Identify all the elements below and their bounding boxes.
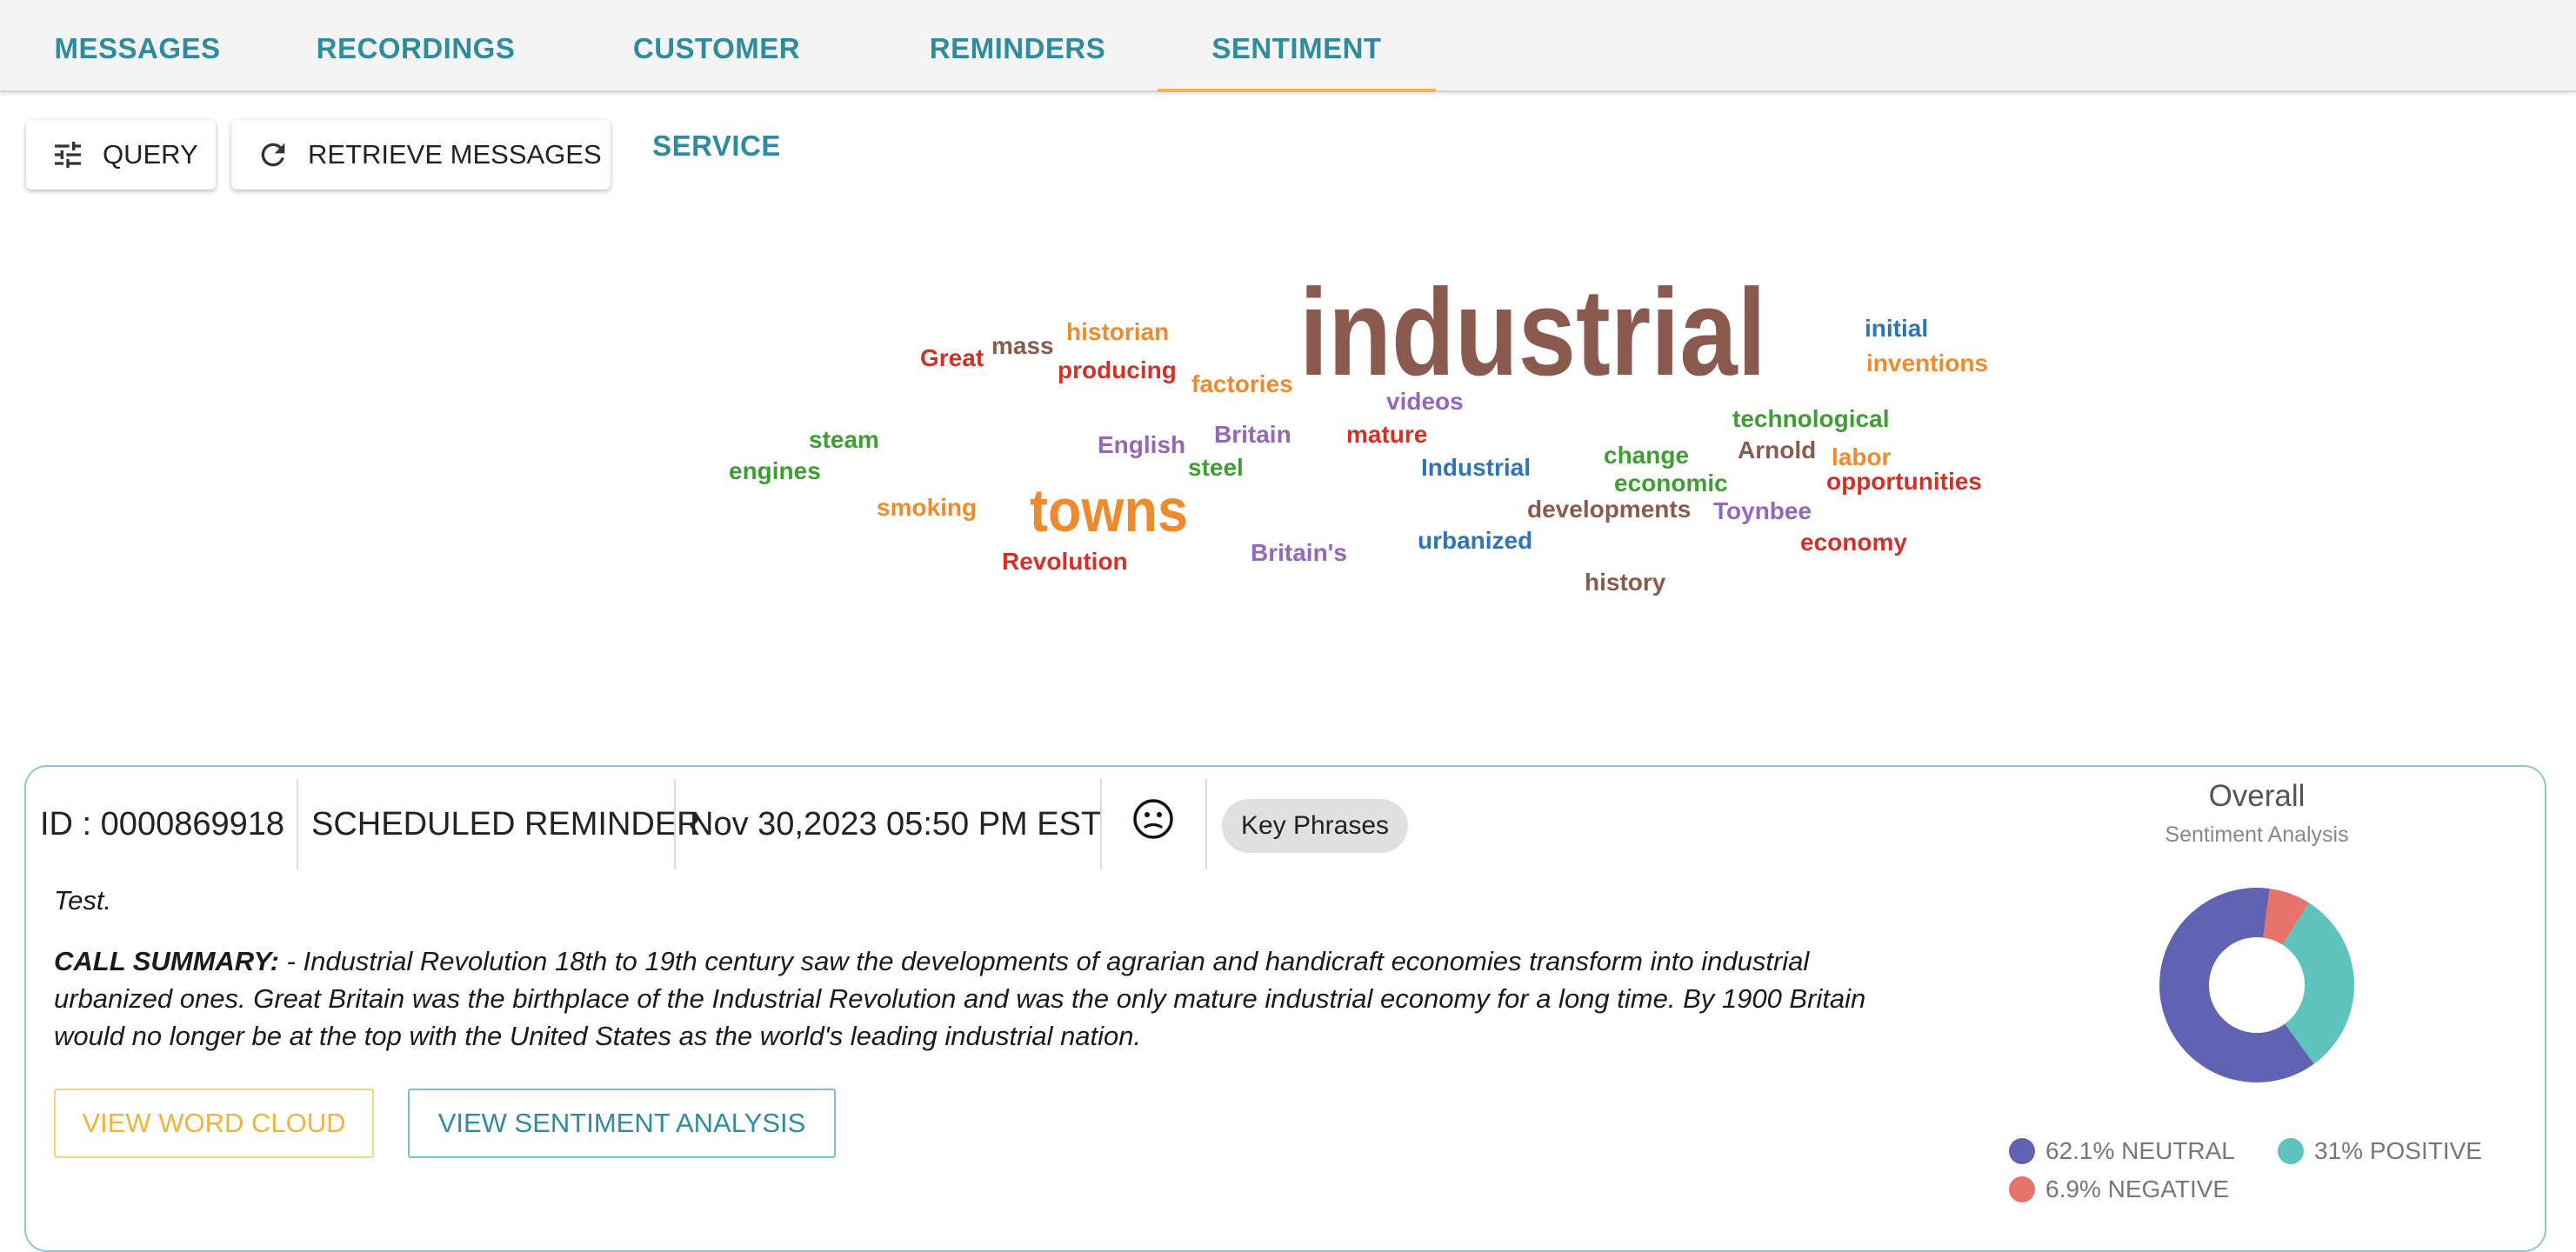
word-cloud-word: mature xyxy=(1346,421,1428,448)
overall-title: Overall xyxy=(2208,779,2306,813)
legend-item-positive: 31% POSITIVE xyxy=(2278,1137,2482,1165)
word-cloud-word: Britain's xyxy=(1251,539,1347,566)
word-cloud-word: economic xyxy=(1614,470,1728,496)
word-cloud-word: steam xyxy=(809,426,879,453)
word-cloud-word: producing xyxy=(1058,356,1177,383)
legend-dot xyxy=(2278,1138,2304,1164)
word-cloud-word: English xyxy=(1098,431,1186,458)
call-summary-text: - Industrial Revolution 18th to 19th cen… xyxy=(54,946,1866,1051)
word-cloud-word: factories xyxy=(1191,370,1293,397)
legend-label: 62.1% NEUTRAL xyxy=(2045,1137,2235,1164)
word-cloud-word: Britain xyxy=(1214,421,1291,448)
sentiment-donut-chart xyxy=(2159,888,2354,1082)
legend-dot xyxy=(2009,1138,2035,1164)
tab-sentiment[interactable]: SENTIMENT xyxy=(1158,0,1436,92)
view-sentiment-analysis-button[interactable]: VIEW SENTIMENT ANALYSIS xyxy=(408,1089,836,1158)
divider xyxy=(1205,779,1207,869)
query-button[interactable]: QUERY xyxy=(26,120,216,190)
legend-label: 31% POSITIVE xyxy=(2314,1137,2482,1164)
neutral-face-icon xyxy=(1133,799,1173,839)
word-cloud-word: Arnold xyxy=(1738,436,1817,463)
view-word-cloud-button[interactable]: VIEW WORD CLOUD xyxy=(54,1089,374,1158)
legend-label: 6.9% NEGATIVE xyxy=(2045,1175,2230,1202)
message-type: SCHEDULED REMINDER xyxy=(311,805,701,842)
word-cloud: industrial towns historian Great mass pr… xyxy=(0,209,2576,748)
word-cloud-word: industrial xyxy=(1299,263,1766,402)
word-cloud-word: Industrial xyxy=(1421,454,1532,481)
message-id: ID : 0000869918 xyxy=(40,805,285,842)
refresh-icon xyxy=(261,143,285,167)
word-cloud-word: Great xyxy=(920,344,984,371)
tab-recordings[interactable]: RECORDINGS xyxy=(300,0,531,90)
message-datetime: Nov 30,2023 05:50 PM EST xyxy=(690,805,1102,842)
word-cloud-word: videos xyxy=(1386,388,1464,415)
tab-bar: MESSAGES RECORDINGS CUSTOMER SERVICE REM… xyxy=(0,0,2576,162)
message-text: Test. xyxy=(54,885,112,916)
word-cloud-word: technological xyxy=(1732,405,1890,432)
call-summary-label: CALL SUMMARY: xyxy=(54,946,279,976)
word-cloud-word: inventions xyxy=(1866,350,1989,376)
word-cloud-word: history xyxy=(1585,569,1666,596)
retrieve-messages-button[interactable]: RETRIEVE MESSAGES xyxy=(231,120,611,190)
word-cloud-word: towns xyxy=(1030,476,1188,544)
word-cloud-word: Revolution xyxy=(1002,548,1128,575)
word-cloud-word: initial xyxy=(1865,315,1929,342)
divider xyxy=(297,779,298,869)
query-label: QUERY xyxy=(103,139,198,170)
word-cloud-word: mass xyxy=(991,332,1054,359)
legend-item-neutral: 62.1% NEUTRAL xyxy=(2009,1137,2235,1165)
word-cloud-word: Toynbee xyxy=(1713,497,1812,524)
word-cloud-word: developments xyxy=(1527,496,1692,523)
word-cloud-word: economy xyxy=(1800,529,1907,556)
word-cloud-word: change xyxy=(1604,442,1690,469)
word-cloud-word: opportunities xyxy=(1826,468,1982,495)
word-cloud-word: smoking xyxy=(877,494,978,521)
tune-sliders-icon xyxy=(55,142,81,168)
word-cloud-word: historian xyxy=(1066,318,1170,345)
call-summary: CALL SUMMARY: - Industrial Revolution 18… xyxy=(54,942,1880,1055)
overall-subtitle: Sentiment Analysis xyxy=(2165,822,2349,847)
word-cloud-word: urbanized xyxy=(1418,527,1533,554)
retrieve-messages-label: RETRIEVE MESSAGES xyxy=(308,139,602,170)
divider xyxy=(674,779,676,869)
tab-reminders[interactable]: REMINDERS xyxy=(915,0,1120,90)
divider xyxy=(1100,779,1102,869)
tab-customer-service[interactable]: CUSTOMER SERVICE xyxy=(565,0,868,162)
legend-dot xyxy=(2009,1176,2035,1202)
word-cloud-word: labor xyxy=(1832,443,1892,470)
word-cloud-word: steel xyxy=(1188,454,1244,481)
word-cloud-word: engines xyxy=(729,457,821,484)
tab-messages[interactable]: MESSAGES xyxy=(35,0,240,90)
legend-item-negative: 6.9% NEGATIVE xyxy=(2009,1175,2229,1203)
key-phrases-chip[interactable]: Key Phrases xyxy=(1222,799,1408,853)
